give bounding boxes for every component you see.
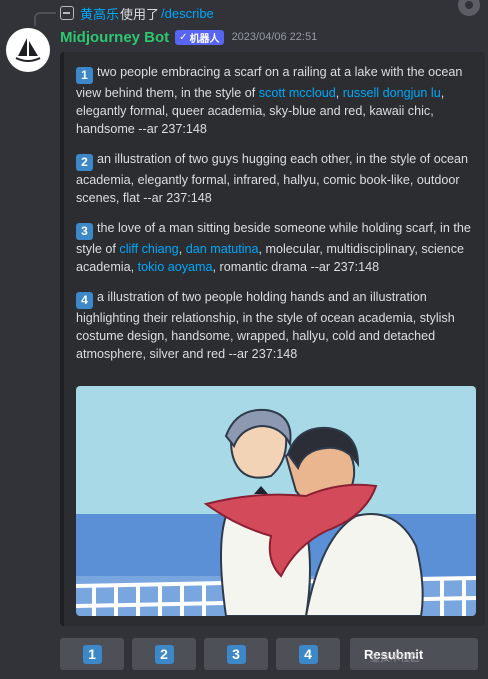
prompt-option-4: 4a illustration of two people holding ha… — [76, 288, 480, 363]
describe-option-4-button[interactable]: 4 — [276, 638, 340, 670]
embed-description: 1 two people embracing a scarf on a raili… — [76, 63, 480, 375]
describe-option-3-button[interactable]: 3 — [204, 638, 268, 670]
uploaded-image[interactable] — [76, 386, 476, 616]
reply-connector-line — [34, 12, 56, 26]
prompt-text: , — [335, 86, 343, 100]
describe-embed: 1 two people embracing a scarf on a raili… — [60, 52, 485, 626]
prompt-text: a illustration of two people holding han… — [76, 290, 455, 361]
option-1-label: 1 — [82, 644, 102, 664]
prompt-number-badge: 3 — [76, 223, 93, 240]
prompt-option-1: 1 two people embracing a scarf on a raili… — [76, 63, 480, 138]
prompt-option-2: 2 an illustration of two guys hugging eac… — [76, 150, 480, 207]
emoji-react-icon[interactable] — [458, 0, 480, 16]
avatar[interactable] — [6, 28, 50, 72]
bot-badge-label: 机器人 — [189, 33, 220, 45]
prompt-number-badge: 1 — [76, 67, 93, 84]
option-4-label: 4 — [298, 644, 318, 664]
midjourney-sailboat-icon — [15, 38, 41, 62]
describe-option-1-button[interactable]: 1 — [60, 638, 124, 670]
reply-command-icon — [60, 6, 74, 20]
reply-username[interactable]: 黄高乐 — [80, 4, 119, 23]
artist-link[interactable]: russell dongjun lu — [343, 86, 441, 100]
artist-link[interactable]: cliff chiang — [119, 242, 178, 256]
option-3-label: 3 — [226, 644, 246, 664]
prompt-number-badge: 2 — [76, 154, 93, 171]
artist-link[interactable]: tokio aoyama — [138, 260, 213, 274]
artist-link[interactable]: dan matutina — [186, 242, 259, 256]
prompt-text: an illustration of two guys hugging each… — [76, 152, 469, 205]
reply-command[interactable]: /describe — [161, 6, 214, 21]
verified-check-icon: ✓ — [179, 31, 188, 43]
prompt-text: , romantic drama --ar 237:148 — [212, 260, 380, 274]
option-2-label: 2 — [154, 644, 174, 664]
artist-link[interactable]: scott mccloud — [259, 86, 336, 100]
reply-reference[interactable]: 黄高乐 使用了 /describe — [60, 4, 214, 22]
timestamp: 2023/04/06 22:51 — [231, 31, 318, 43]
message-header: Midjourney Bot ✓ 机器人 2023/04/06 22:51 — [60, 27, 317, 47]
author-name[interactable]: Midjourney Bot — [60, 29, 169, 46]
prompt-number-badge: 4 — [76, 292, 93, 309]
prompt-option-3: 3 the love of a man sitting beside someon… — [76, 219, 480, 276]
describe-option-2-button[interactable]: 2 — [132, 638, 196, 670]
watermark: 金技术社区 — [370, 653, 420, 664]
image-illustration — [76, 386, 476, 616]
bot-badge: ✓ 机器人 — [175, 29, 224, 45]
prompt-text: , — [178, 242, 186, 256]
reply-used-text: 使用了 — [120, 6, 160, 22]
